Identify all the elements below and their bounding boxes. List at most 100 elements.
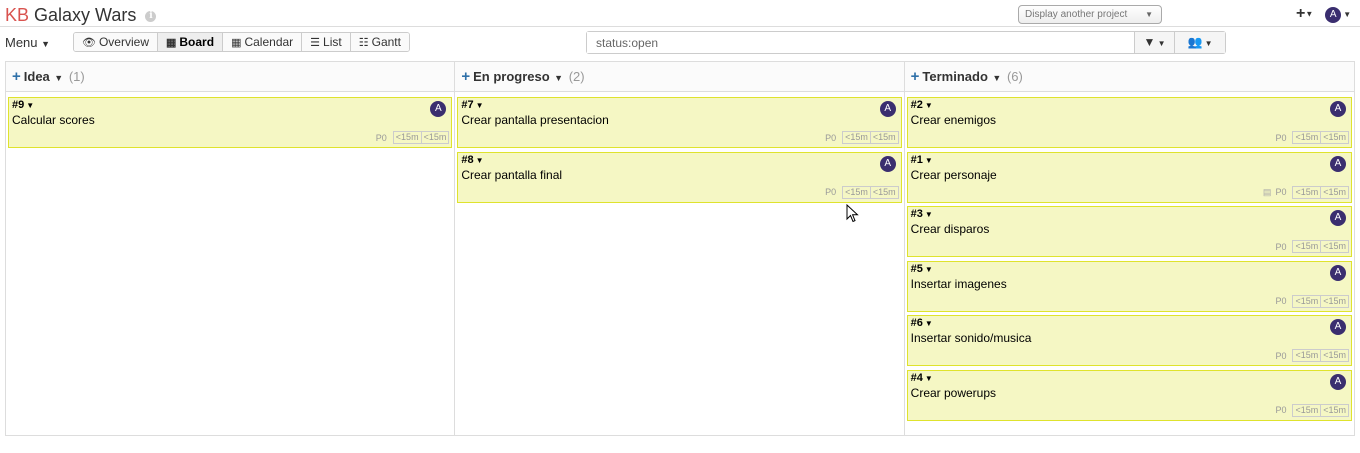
- task-card[interactable]: #7 ▼ Crear pantalla presentacion A P0 <15…: [457, 97, 902, 148]
- task-card[interactable]: #8 ▼ Crear pantalla final A P0 <15m <15m: [457, 151, 902, 203]
- task-title[interactable]: Crear pantalla final: [461, 168, 897, 182]
- caret-down-icon: ▼: [475, 101, 484, 110]
- time-spent: <15m: [1323, 241, 1346, 251]
- task-card[interactable]: #3 ▼ Crear disparos A P0 <15m <15m: [906, 206, 1352, 257]
- time-tracking: <15m <15m: [1292, 240, 1349, 253]
- card-list: #9 ▼ Calcular scores A P0 <15m <15m: [6, 92, 454, 148]
- logo[interactable]: KB: [5, 5, 29, 25]
- task-id-menu[interactable]: #2 ▼: [911, 99, 1348, 111]
- caret-down-icon: ▼: [924, 319, 933, 328]
- task-id: #9: [12, 99, 25, 111]
- project-select[interactable]: Display another project ▼: [1018, 5, 1162, 24]
- menu-label: Menu: [5, 35, 38, 50]
- task-meta: P0 <15m <15m: [1275, 240, 1349, 253]
- task-title[interactable]: Calcular scores: [12, 113, 448, 127]
- add-task-icon[interactable]: +: [461, 68, 470, 85]
- task-title[interactable]: Crear disparos: [911, 222, 1348, 236]
- avatar[interactable]: A: [879, 101, 896, 117]
- task-id-menu[interactable]: #3 ▼: [911, 208, 1348, 220]
- task-id: #6: [910, 317, 923, 329]
- time-spent: <15m: [1323, 132, 1346, 142]
- view-tab-calendar[interactable]: ▦ Calendar: [223, 33, 303, 51]
- time-spent: <15m: [872, 186, 896, 197]
- task-title[interactable]: Insertar imagenes: [911, 277, 1348, 291]
- avatar: A: [1325, 6, 1342, 23]
- column-title[interactable]: Idea: [24, 69, 50, 84]
- column-terminado: + Terminado ▼ (6) #2 ▼ Crear enemigos A P0…: [904, 62, 1354, 435]
- task-title[interactable]: Crear pantalla presentacion: [461, 113, 897, 127]
- avatar[interactable]: A: [1329, 319, 1346, 335]
- task-card[interactable]: #2 ▼ Crear enemigos A P0 <15m <15m: [906, 97, 1352, 148]
- caret-down-icon[interactable]: ▼: [552, 73, 563, 83]
- priority-badge: P0: [1275, 296, 1287, 306]
- task-id-menu[interactable]: #6 ▼: [911, 317, 1348, 329]
- task-id-menu[interactable]: #7 ▼: [461, 99, 897, 111]
- info-icon[interactable]: i: [145, 10, 157, 22]
- task-id-menu[interactable]: #8 ▼: [461, 154, 897, 166]
- priority-badge: P0: [375, 132, 387, 143]
- document-icon[interactable]: ▤: [1263, 187, 1272, 198]
- task-id-menu[interactable]: #1 ▼: [911, 154, 1348, 166]
- task-id: #4: [910, 371, 923, 384]
- task-title[interactable]: Crear personaje: [911, 168, 1348, 182]
- task-id-menu[interactable]: #9 ▼: [12, 99, 448, 111]
- time-spent: <15m: [1323, 350, 1346, 360]
- menu-dropdown[interactable]: Menu ▼: [5, 35, 50, 50]
- view-tab-board[interactable]: ▦ Board: [157, 33, 224, 51]
- task-card[interactable]: #9 ▼ Calcular scores A P0 <15m <15m: [8, 97, 453, 148]
- avatar[interactable]: A: [879, 155, 896, 172]
- search-input[interactable]: status:open: [587, 32, 1134, 53]
- avatar[interactable]: A: [1329, 155, 1346, 172]
- filter-dropdown-button[interactable]: ▼ ▼: [1134, 32, 1174, 53]
- avatar[interactable]: A: [1329, 373, 1346, 390]
- time-estimated: <15m: [1293, 295, 1322, 307]
- view-tab-overview[interactable]: 👁 Overview: [74, 33, 158, 51]
- divider: [0, 26, 1360, 27]
- add-task-icon[interactable]: +: [911, 68, 920, 85]
- task-id-menu[interactable]: #4 ▼: [911, 372, 1348, 384]
- task-card[interactable]: #6 ▼ Insertar sonido/musica A P0 <15m <15m: [906, 315, 1352, 366]
- task-id: #3: [910, 208, 923, 220]
- task-title[interactable]: Insertar sonido/musica: [911, 331, 1348, 345]
- plus-dropdown[interactable]: +▼: [1296, 5, 1313, 23]
- caret-down-icon: ▼: [924, 101, 933, 110]
- view-tab-list[interactable]: ☰ List: [302, 33, 351, 51]
- caret-down-icon: ▼: [1155, 39, 1166, 48]
- filter-bar: status:open ▼ ▼ 👥 ▼: [586, 31, 1226, 54]
- task-card[interactable]: #5 ▼ Insertar imagenes A P0 <15m <15m: [906, 260, 1352, 312]
- avatar[interactable]: A: [1329, 101, 1346, 117]
- priority-badge: P0: [825, 187, 837, 197]
- caret-down-icon: ▼: [475, 155, 484, 165]
- avatar[interactable]: A: [1329, 264, 1346, 281]
- task-meta: P0 <15m <15m: [1275, 131, 1349, 144]
- caret-down-icon[interactable]: ▼: [990, 73, 1001, 83]
- caret-down-icon: ▼: [924, 210, 933, 219]
- users-dropdown-button[interactable]: 👥 ▼: [1174, 32, 1225, 53]
- caret-down-icon: ▼: [41, 39, 51, 49]
- column-idea: + Idea ▼ (1) #9 ▼ Calcular scores A P0 <15…: [6, 62, 456, 435]
- task-meta: P0 <15m <15m: [1275, 294, 1349, 308]
- task-title[interactable]: Crear powerups: [911, 386, 1348, 400]
- plus-icon: +: [1296, 5, 1306, 22]
- task-id: #2: [910, 99, 923, 111]
- task-title[interactable]: Crear enemigos: [911, 113, 1348, 127]
- mouse-cursor-icon: [846, 204, 859, 223]
- avatar[interactable]: A: [1329, 210, 1346, 226]
- task-card[interactable]: #4 ▼ Crear powerups A P0 <15m <15m: [906, 369, 1352, 421]
- user-menu[interactable]: A ▼: [1325, 6, 1351, 23]
- column-title[interactable]: Terminado: [922, 69, 988, 84]
- time-tracking: <15m <15m: [1292, 294, 1349, 308]
- column-title[interactable]: En progreso: [473, 69, 550, 84]
- add-task-icon[interactable]: +: [12, 68, 21, 85]
- time-tracking: <15m <15m: [1292, 131, 1349, 144]
- view-tab-gantt[interactable]: ☷ Gantt: [350, 33, 409, 51]
- task-card[interactable]: #1 ▼ Crear personaje A ▤ P0 <15m <15m: [906, 151, 1352, 203]
- priority-badge: P0: [1275, 350, 1287, 361]
- caret-down-icon[interactable]: ▼: [52, 73, 63, 83]
- kanban-board: + Idea ▼ (1) #9 ▼ Calcular scores A P0 <15…: [5, 61, 1355, 436]
- filter-icon: ▼: [1143, 35, 1156, 49]
- column-header: + Terminado ▼ (6): [904, 62, 1354, 92]
- board-icon: ▦: [165, 37, 177, 49]
- project-select-label: Display another project: [1025, 9, 1128, 20]
- task-id-menu[interactable]: #5 ▼: [911, 263, 1348, 275]
